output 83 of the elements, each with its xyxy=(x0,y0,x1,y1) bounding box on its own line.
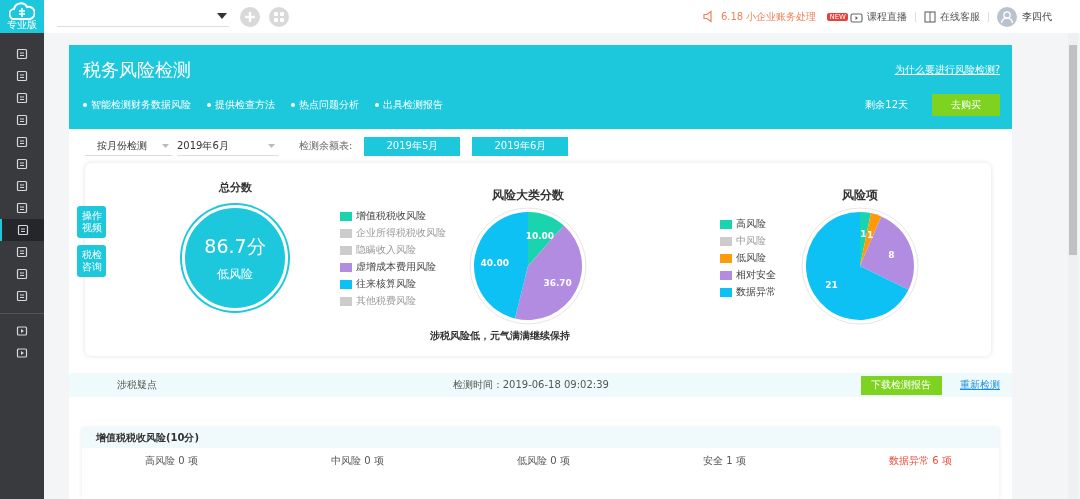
check-time: 检测时间 : 2019-06-18 09:02:39 xyxy=(452,378,610,392)
side-button[interactable]: 操作视频 xyxy=(77,206,106,238)
feature-text: 出具检测报告 xyxy=(383,98,443,113)
legend-item[interactable]: 高风险 xyxy=(720,217,800,231)
document-icon xyxy=(16,70,28,82)
slice-label: 10.00 xyxy=(525,230,555,241)
legend-item[interactable]: 往来核算风险 xyxy=(340,277,468,291)
chart-title: 总分数 xyxy=(218,180,252,195)
download-button[interactable]: 下载检测报告 xyxy=(860,375,942,395)
bullet-icon xyxy=(83,103,87,108)
grid-icon xyxy=(273,10,285,23)
chart-title: 风险项 xyxy=(842,187,878,204)
tv-icon xyxy=(850,10,863,23)
document-icon xyxy=(16,48,28,60)
book-icon xyxy=(924,10,936,23)
slice-label: 8 xyxy=(888,250,895,261)
scrollbar[interactable] xyxy=(1068,33,1078,499)
feature-text: 智能检测财务数据风险 xyxy=(91,98,191,113)
month-button[interactable]: 2019年6月 xyxy=(472,136,569,156)
chart-title: 风险大类分数 xyxy=(492,187,564,204)
filter-label: 检测余额表: xyxy=(299,139,353,153)
document-icon xyxy=(16,158,28,170)
mode-select[interactable]: 按月份检测 xyxy=(85,136,173,156)
stat-item: 数据异常 6 项 xyxy=(889,454,952,468)
slice-label: 40.00 xyxy=(480,257,509,268)
app-logo[interactable]: 专业版 xyxy=(0,0,44,33)
play-icon xyxy=(16,325,28,337)
caret-icon xyxy=(268,143,275,148)
score-value: 86.7分 xyxy=(204,233,266,259)
section-title: 增值税税收风险(10分) xyxy=(82,428,999,448)
feature-text: 热点问题分析 xyxy=(299,98,359,113)
legend-item[interactable]: 低风险 xyxy=(720,251,800,265)
risk-level: 低风险 xyxy=(217,265,253,283)
remaining-days: 剩余12天 xyxy=(865,98,908,113)
legend-item[interactable]: 中风险 xyxy=(720,234,800,248)
document-icon xyxy=(17,224,29,236)
stat-item: 低风险 0 项 xyxy=(517,454,571,468)
top-link[interactable]: 在线客服 xyxy=(924,9,980,24)
recheck-link[interactable]: 重新检测 xyxy=(960,378,1000,392)
document-icon xyxy=(16,136,28,148)
caret-icon xyxy=(217,13,227,19)
month-select[interactable]: 2019年6月 xyxy=(177,136,279,156)
slice-label: 21 xyxy=(825,279,838,290)
stat-item: 安全 1 项 xyxy=(703,454,747,468)
month-button[interactable]: 2019年5月 xyxy=(364,136,461,156)
sidebar-item[interactable] xyxy=(0,219,44,241)
legend-item[interactable]: 虚增成本费用风险 xyxy=(340,260,468,274)
bullet-icon xyxy=(375,103,379,108)
document-icon xyxy=(16,202,28,214)
legend-item[interactable]: 企业所得税税收风险 xyxy=(340,226,468,240)
notice-link[interactable]: 6.18 小企业账务处理 xyxy=(720,9,817,24)
document-icon xyxy=(16,290,28,302)
stat-item: 高风险 0 项 xyxy=(145,454,199,468)
bullet-icon xyxy=(207,103,211,108)
feature-text: 提供检查方法 xyxy=(215,98,275,113)
slice-label: 1 xyxy=(866,230,874,241)
edition-label: 专业版 xyxy=(7,17,37,32)
top-link[interactable]: 课程直播 xyxy=(850,9,907,24)
side-button[interactable]: 税检咨询 xyxy=(77,245,106,277)
cloud-icon xyxy=(9,1,35,20)
summary-text: 涉税风险低，元气满满继续保持 xyxy=(430,329,570,343)
document-icon xyxy=(16,246,28,258)
result-label: 涉税疑点 xyxy=(117,378,158,392)
plus-icon xyxy=(244,10,256,23)
document-icon xyxy=(16,92,28,104)
stat-item: 中风险 0 项 xyxy=(331,454,385,468)
legend-item[interactable]: 相对安全 xyxy=(720,268,800,282)
slice-label: 1 xyxy=(860,228,867,239)
caret-icon xyxy=(162,143,169,148)
page-title: 税务风险检测 xyxy=(83,57,191,82)
legend-item[interactable]: 增值税税收风险 xyxy=(340,209,468,223)
legend-item[interactable]: 隐瞒收入风险 xyxy=(340,243,468,257)
legend-item[interactable]: 数据异常 xyxy=(720,285,800,299)
play-icon xyxy=(16,347,28,359)
document-icon xyxy=(16,114,28,126)
document-icon xyxy=(16,180,28,192)
legend-item[interactable]: 其他税费风险 xyxy=(340,294,468,308)
document-icon xyxy=(16,268,28,280)
user-name[interactable]: 李四代 xyxy=(1022,9,1052,24)
slice-label: 36.70 xyxy=(543,277,572,288)
help-link[interactable]: 为什么要进行风险检测? xyxy=(894,62,1000,77)
buy-button[interactable]: 去购买 xyxy=(932,94,1000,117)
bullet-icon xyxy=(291,103,295,108)
